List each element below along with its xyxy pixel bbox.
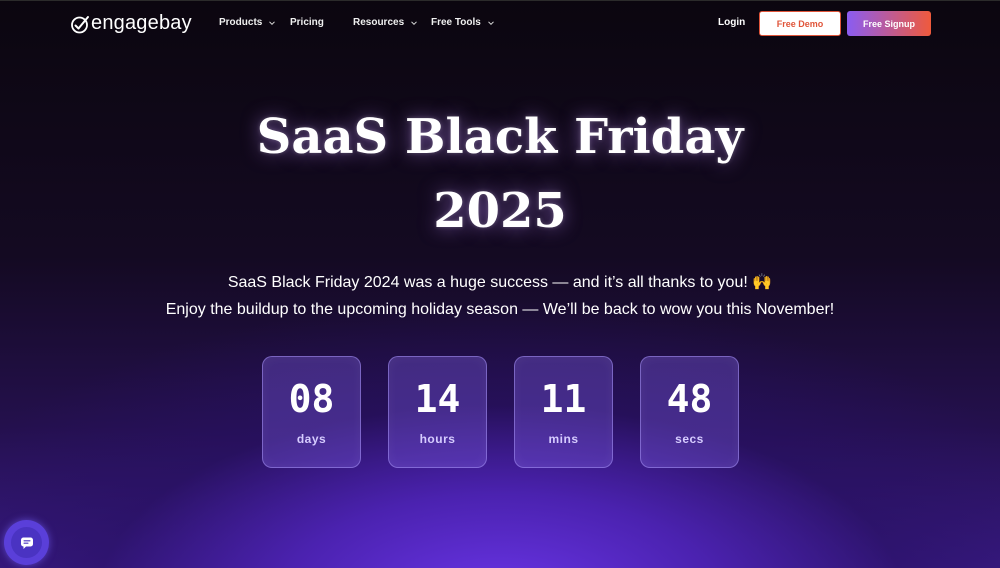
chevron-down-icon (411, 20, 417, 25)
title-line-2: 2025 (433, 183, 567, 239)
nav-item-label: Pricing (290, 17, 324, 28)
free-signup-button[interactable]: Free Signup (847, 11, 931, 36)
page-title: SaaS Black Friday 2025 (0, 100, 1000, 248)
free-demo-button[interactable]: Free Demo (759, 11, 841, 36)
countdown-days: 08 days (262, 356, 361, 468)
countdown-value: 48 (666, 377, 713, 421)
login-link[interactable]: Login (718, 17, 745, 28)
countdown-mins: 11 mins (514, 356, 613, 468)
subtitle-line-1: SaaS Black Friday 2024 was a huge succes… (227, 274, 773, 291)
engagebay-check-logo-icon (71, 15, 89, 33)
countdown-hours: 14 hours (388, 356, 487, 468)
nav-item-free-tools[interactable]: Free Tools (431, 17, 495, 28)
countdown-value: 14 (414, 377, 461, 421)
top-navigation: engagebay Products Pricing Resources Fre… (0, 0, 1000, 46)
chevron-down-icon (269, 20, 276, 25)
chat-bubble-icon (20, 537, 33, 549)
chat-widget-inner (11, 527, 42, 558)
countdown-value: 11 (540, 377, 587, 421)
countdown-label: days (296, 432, 327, 446)
chat-widget-button[interactable] (4, 520, 49, 565)
countdown-label: hours (419, 432, 456, 446)
brand-name: engagebay (91, 12, 192, 34)
nav-item-label: Free Tools (431, 17, 481, 28)
nav-item-pricing[interactable]: Pricing (290, 17, 324, 28)
countdown-secs: 48 secs (640, 356, 739, 468)
nav-item-label: Resources (353, 17, 405, 28)
countdown-value: 08 (288, 377, 335, 421)
nav-item-label: Products (219, 17, 263, 28)
subtitle-line-2: Enjoy the buildup to the upcoming holida… (165, 301, 835, 318)
nav-item-products[interactable]: Products (219, 17, 276, 28)
nav-item-resources[interactable]: Resources (353, 17, 418, 28)
countdown-label: secs (675, 432, 704, 446)
chevron-down-icon (487, 20, 494, 25)
brand-logo[interactable]: engagebay (70, 12, 192, 35)
countdown-label: mins (548, 432, 579, 446)
title-line-1: SaaS Black Friday (256, 109, 744, 165)
